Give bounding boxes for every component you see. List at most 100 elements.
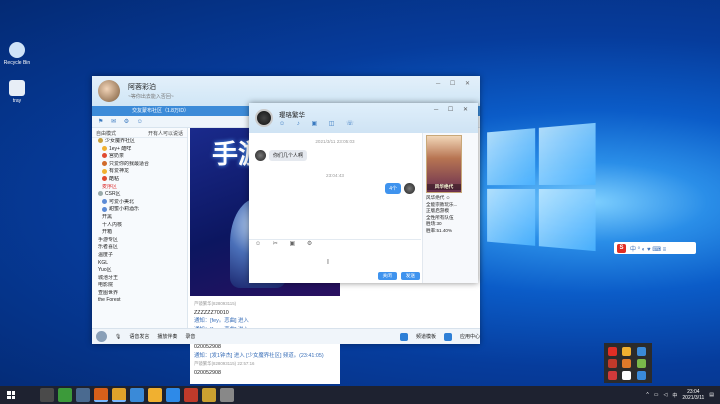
speak-button[interactable]: 语音发言 <box>129 333 149 340</box>
channel-label: 甜蜜小莉酒乐 <box>109 206 140 213</box>
accompany-button[interactable]: 播放伴奏 <box>157 333 177 340</box>
chevron-up-icon[interactable]: ^ <box>646 392 648 398</box>
channel-item[interactable]: 十人内核 <box>92 222 187 230</box>
channel-badge-icon <box>98 191 103 197</box>
channel-label: 城池牙王 <box>98 274 119 281</box>
notification-icon[interactable]: ▤ <box>709 392 714 398</box>
taskbar-app-icon[interactable] <box>58 388 72 402</box>
channel-item[interactable]: 1ey+ 酷咩 <box>92 146 187 154</box>
send-button[interactable]: 发送 <box>400 272 420 280</box>
user-avatar[interactable] <box>98 80 120 102</box>
channel-item[interactable]: Yuo区 <box>92 267 187 275</box>
tray-app-icon[interactable] <box>622 371 632 380</box>
outgoing-message: 4个 <box>385 183 415 194</box>
channel-item[interactable]: 城池牙王 <box>92 275 187 283</box>
tray-app-icon[interactable] <box>636 359 646 368</box>
chat-log-line: 芦镜繁华(828093115) <box>194 301 237 306</box>
taskbar-app-icon[interactable] <box>166 388 180 402</box>
channel-badge-icon <box>102 206 107 212</box>
app-center-button[interactable]: 应用中心 <box>460 333 480 340</box>
mode-desc: 开有人可以说话 <box>147 131 183 137</box>
contact-name: 璎珞繁华 <box>279 112 305 119</box>
taskbar-app-icon[interactable] <box>148 388 162 402</box>
mode-selector[interactable]: 自由模式 <box>96 130 116 137</box>
window-controls[interactable]: ─ ☐ ✕ <box>436 80 474 87</box>
channel-item[interactable]: 开箱 <box>92 229 187 237</box>
contact-avatar[interactable] <box>255 109 273 127</box>
tray-app-icon[interactable] <box>608 371 617 380</box>
channel-label: 开黑 <box>102 213 113 220</box>
tray-app-icon[interactable] <box>636 347 646 356</box>
taskbar-app-icon[interactable] <box>202 388 216 402</box>
channel-item[interactable]: 电影院 <box>92 282 187 290</box>
tray-app-icon[interactable] <box>622 347 632 356</box>
text-cursor: I <box>327 259 329 266</box>
channel-item[interactable]: CSR区 <box>92 191 187 199</box>
channel-item[interactable]: 有爱神龙 <box>92 168 187 176</box>
volume-icon[interactable]: ◁ <box>664 392 668 398</box>
desktop-icon-1[interactable]: Recycle Bin <box>2 42 32 66</box>
sidebar-header: 自由模式 开有人可以说话 <box>92 128 187 138</box>
profile-line: 风华绝代 ☺ <box>426 195 451 200</box>
tray-app-icon[interactable] <box>636 371 646 380</box>
network-icon[interactable]: ▭ <box>654 392 659 398</box>
taskbar-app-icon[interactable] <box>112 388 126 402</box>
channel-item[interactable]: 麦序区 <box>92 184 187 192</box>
tray-app-icon[interactable] <box>622 359 632 368</box>
channel-label: KGL <box>98 259 109 266</box>
taskbar-app-icon[interactable] <box>184 388 198 402</box>
channel-item[interactable]: 甜蜜小莉酒乐 <box>92 206 187 214</box>
taskbar-app-icon[interactable] <box>220 388 234 402</box>
tray-app-icon[interactable] <box>608 359 617 368</box>
taskbar-app-icon[interactable] <box>22 388 36 402</box>
chat-window-controls[interactable]: ─ ☐ ✕ <box>434 106 472 113</box>
taskbar-app-icon[interactable] <box>76 388 90 402</box>
channel-label: 1ey+ 酷咩 <box>109 145 132 152</box>
taskbar-app-icon[interactable] <box>40 388 54 402</box>
channel-item[interactable]: 少女魔界社区 <box>92 138 187 146</box>
ime-indicator[interactable]: 中 <box>672 392 677 399</box>
channel-item[interactable]: KGL <box>92 260 187 268</box>
channel-label: 酷粘 <box>109 175 120 182</box>
close-button[interactable]: 关闭 <box>377 272 397 280</box>
self-avatar[interactable] <box>96 331 107 342</box>
channel-item[interactable]: 只爱你的我最适合 <box>92 161 187 169</box>
ime-items[interactable]: 中 ⁰ ◐ ♥ ⌨ ≡ <box>630 244 666 253</box>
profile-line: 胜场:30 <box>426 221 442 227</box>
channel-item[interactable]: 查图世界 <box>92 290 187 298</box>
channel-template-button[interactable]: 频道模板 <box>416 333 436 340</box>
profile-line: 正版启游模 <box>426 208 449 214</box>
mic-icon[interactable]: 🎙 <box>115 334 121 340</box>
channel-list: 少女魔界社区 1ey+ 酷咩 宫奶茶 只爱你的我最适合 有爱神龙 酷粘麦序区 CSR区 可爱小… <box>92 138 187 305</box>
channel-item[interactable]: 酷粘 <box>92 176 187 184</box>
desktop-icon-2[interactable]: tray <box>2 80 32 104</box>
tray-app-icon[interactable] <box>608 347 617 356</box>
taskbar-app-icon[interactable] <box>130 388 144 402</box>
ime-toolbar[interactable]: S 中 ⁰ ◐ ♥ ⌨ ≡ <box>614 242 696 254</box>
profile-details: 风华绝代 ☺ 全能宗教玩乐... 正版启游模 全性所有队伍 胜场:30 胜率:51.40% <box>426 195 475 235</box>
template-icon <box>399 332 408 341</box>
record-button[interactable]: 录音 <box>185 333 195 340</box>
chat-log-line: 通知：[fey。恋曲] 进入 <box>194 318 249 325</box>
taskbar-app-icon[interactable] <box>94 388 108 402</box>
channel-item[interactable]: 开黑 <box>92 214 187 222</box>
taskbar-apps <box>18 388 234 402</box>
app-center-icon <box>443 332 452 341</box>
channel-badge-icon <box>98 138 103 144</box>
chat-toolbar-icons[interactable]: ☺ ♪ ▣ ◫ ☏ <box>279 120 359 127</box>
channel-item[interactable]: 乐者喜区 <box>92 244 187 252</box>
channel-item[interactable]: the Forest <box>92 297 187 305</box>
start-button[interactable] <box>4 388 18 402</box>
input-toolbar[interactable]: ☺ ✂ ▣ ⚙ <box>249 239 421 249</box>
user-signature[interactable]: ~等你出去能入否回~ <box>128 93 174 100</box>
channel-item[interactable]: 温度子 <box>92 252 187 260</box>
chat-log-line: 020052908 <box>194 369 221 376</box>
contact-avatar-small <box>255 150 266 161</box>
message-input[interactable]: I <box>249 249 421 269</box>
clock[interactable]: 23:04 2021/3/11 <box>682 389 704 401</box>
timestamp-2: 23:04:43 <box>326 173 344 178</box>
channel-item[interactable]: 宫奶茶 <box>92 153 187 161</box>
channel-item[interactable]: 手游专区 <box>92 237 187 245</box>
taskbar: ^ ▭ ◁ 中 23:04 2021/3/11 ▤ <box>0 386 720 404</box>
channel-item[interactable]: 可爱小美北 <box>92 199 187 207</box>
